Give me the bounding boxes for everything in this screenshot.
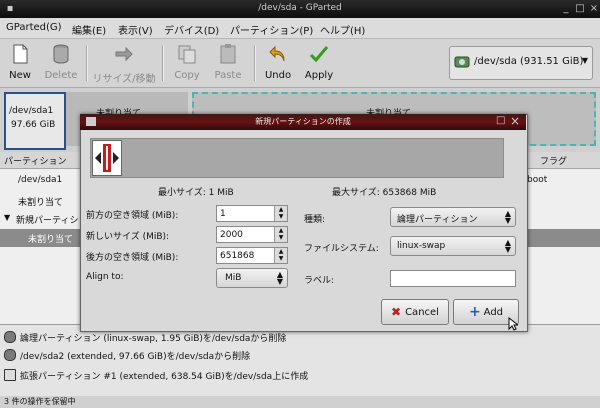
dialog-maximize-icon[interactable]: □: [496, 115, 505, 126]
window-titlebar: ▪ /dev/sda - GParted _ □ ×: [0, 0, 600, 18]
close-icon[interactable]: ×: [588, 3, 600, 14]
column-header-flags[interactable]: フラグ: [540, 154, 567, 167]
dialog-title: 新規パーティションの作成: [255, 117, 351, 126]
menubar: GParted(G) 編集(E) 表示(V) デバイス(D) パーティション(P…: [0, 18, 600, 39]
menu-view[interactable]: 表示(V): [118, 22, 153, 37]
device-selector[interactable]: /dev/sda (931.51 GiB) ▼: [449, 46, 593, 80]
list-item[interactable]: /dev/sda2 (extended, 97.66 GiB)を/dev/sda…: [4, 346, 250, 364]
filesystem-label: ファイルシステム:: [304, 244, 379, 254]
dialog-close-icon[interactable]: ×: [510, 114, 520, 128]
apply-button[interactable]: Apply: [300, 41, 338, 85]
free-before-input[interactable]: 1 ▲ ▼: [216, 205, 288, 222]
mouse-cursor-icon: [508, 317, 518, 331]
updown-arrow-icon: ▲ ▼: [276, 270, 283, 286]
toolbar-separator: [86, 45, 88, 81]
resize-move-button[interactable]: リサイズ/移動: [92, 41, 156, 85]
align-combo[interactable]: MiB ▲ ▼: [216, 268, 288, 288]
column-header-partition[interactable]: パーティション: [4, 154, 66, 167]
menu-gparted[interactable]: GParted(G): [6, 22, 62, 33]
device-label: /dev/sda (931.51 GiB): [474, 56, 584, 67]
undo-icon: [269, 45, 285, 62]
toolbar-separator: [254, 45, 256, 81]
updown-arrow-icon: ▲ ▼: [504, 238, 511, 254]
spin-arrows-icon[interactable]: ▲ ▼: [274, 206, 287, 221]
partition-block-sda1[interactable]: /dev/sda1 97.66 GiB: [4, 92, 66, 150]
max-size-label: 最大サイズ: 653868 MiB: [332, 188, 437, 198]
align-label: Align to:: [86, 272, 124, 282]
dialog-titlebar: 新規パーティションの作成 □ ×: [80, 114, 526, 130]
type-label: 種類:: [304, 215, 326, 225]
filesystem-combo[interactable]: linux-swap ▲ ▼: [390, 236, 516, 256]
create-operation-icon: [4, 369, 16, 381]
cancel-x-icon: ✖: [391, 305, 402, 319]
slider-handle[interactable]: [92, 140, 122, 176]
spin-arrows-icon[interactable]: ▲ ▼: [274, 227, 287, 242]
copy-icon: [178, 45, 196, 64]
partition-name: /dev/sda1: [9, 106, 54, 116]
delete-operation-icon: [4, 331, 16, 343]
minimize-icon[interactable]: _: [560, 3, 572, 14]
flag-value: boot: [527, 175, 548, 185]
new-document-icon: [13, 44, 28, 64]
resize-handle-icon: [95, 144, 119, 172]
harddisk-icon: [454, 56, 470, 68]
delete-button[interactable]: Delete: [42, 41, 80, 85]
menu-help[interactable]: ヘルプ(H): [320, 22, 365, 37]
partition-size: 97.66 GiB: [11, 120, 56, 130]
maximize-icon[interactable]: □: [574, 3, 586, 14]
delete-icon: [53, 44, 69, 64]
list-item[interactable]: 拡張パーティション #1 (extended, 638.54 GiB)を/dev…: [4, 366, 308, 384]
expander-triangle-icon[interactable]: ▼: [4, 213, 10, 222]
resize-arrow-icon: [115, 46, 133, 62]
partition-type-combo[interactable]: 論理パーティション ▲ ▼: [390, 207, 516, 227]
paste-icon: [220, 44, 236, 64]
plus-icon: +: [468, 304, 481, 320]
label-input[interactable]: [390, 270, 516, 287]
new-size-input[interactable]: 2000 ▲ ▼: [216, 226, 288, 243]
paste-button[interactable]: Paste: [210, 41, 246, 85]
spin-arrows-icon[interactable]: ▲ ▼: [274, 248, 287, 263]
partition-size-slider[interactable]: [90, 138, 504, 178]
menu-edit[interactable]: 編集(E): [72, 22, 106, 37]
status-bar: 3 件の操作を保留中: [0, 396, 600, 408]
delete-operation-icon: [4, 349, 16, 361]
cancel-button[interactable]: ✖ Cancel: [381, 299, 449, 325]
label-field-label: ラベル:: [304, 276, 335, 286]
updown-arrow-icon: ▲ ▼: [504, 209, 511, 225]
free-after-input[interactable]: 651868 ▲ ▼: [216, 247, 288, 264]
new-button[interactable]: New: [4, 41, 36, 85]
window-title: /dev/sda - GParted: [258, 3, 342, 13]
chevron-down-icon: ▼: [581, 56, 588, 65]
toolbar-separator: [162, 45, 164, 81]
menu-partition[interactable]: パーティション(P): [230, 22, 313, 37]
menu-device[interactable]: デバイス(D): [164, 22, 219, 37]
copy-button[interactable]: Copy: [170, 41, 204, 85]
checkmark-icon: [309, 46, 329, 63]
undo-button[interactable]: Undo: [260, 41, 296, 85]
status-text: 3 件の操作を保留中: [4, 397, 76, 406]
new-size-label: 新しいサイズ (MiB):: [86, 232, 170, 242]
free-after-label: 後方の空き領域 (MiB):: [86, 253, 179, 263]
min-size-label: 最小サイズ: 1 MiB: [158, 188, 234, 198]
free-before-label: 前方の空き領域 (MiB):: [86, 211, 179, 221]
